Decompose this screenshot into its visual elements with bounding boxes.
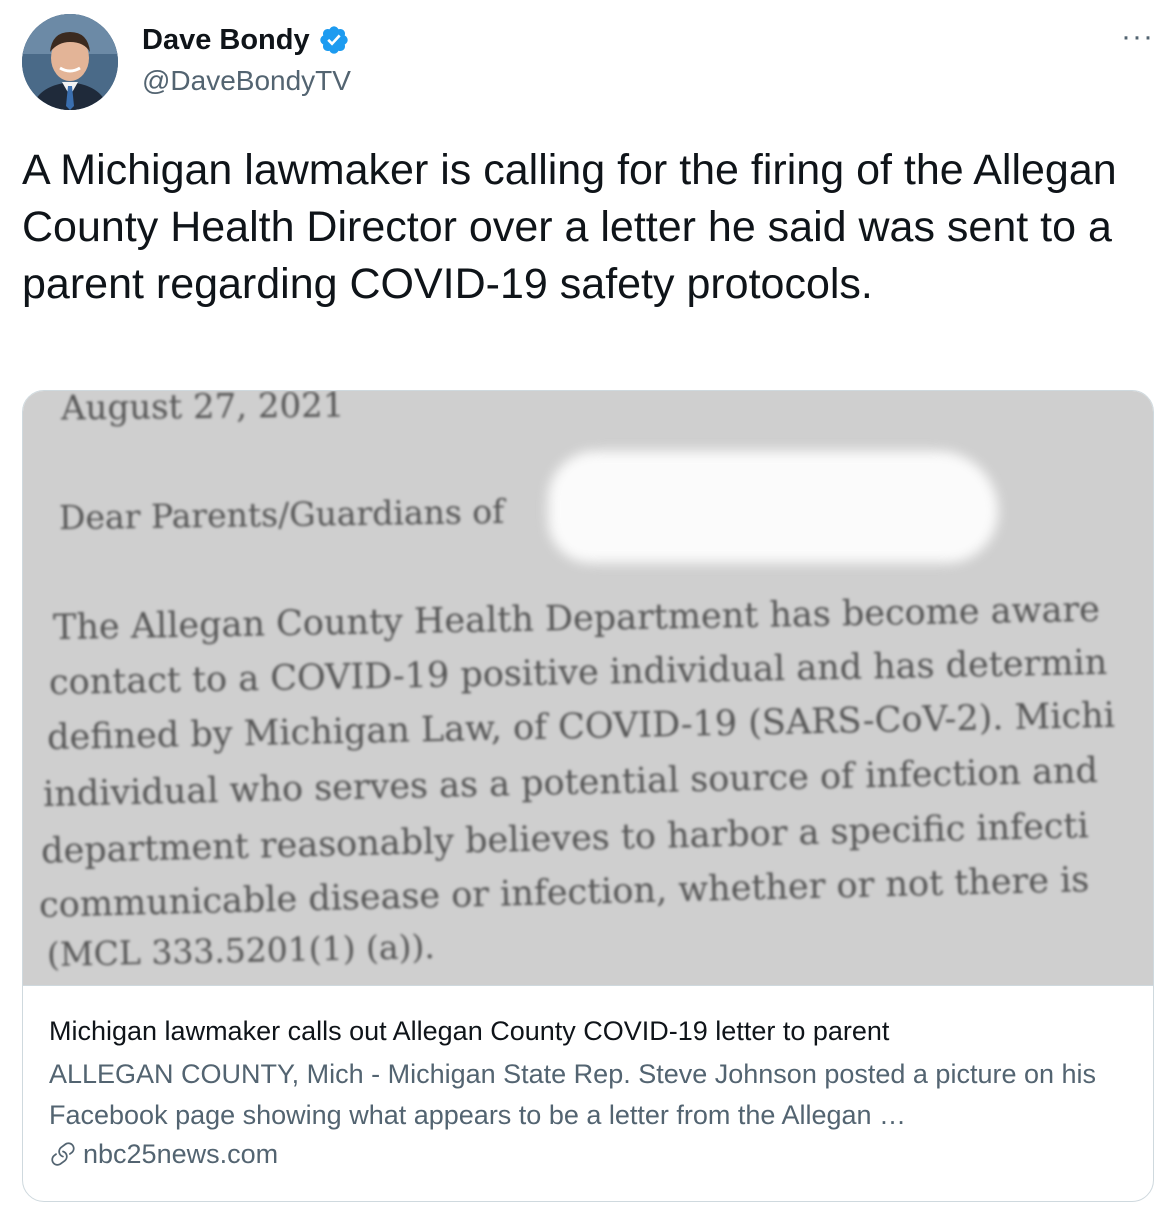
tweet: Dave Bondy @DaveBondyTV ··· A Michigan l… <box>0 0 1176 1224</box>
letter-salutation: Dear Parents/Guardians of <box>58 491 505 538</box>
user-name[interactable]: Dave Bondy <box>142 22 310 58</box>
verified-badge-icon <box>318 24 350 56</box>
letter-line: individual who serves as a potential sou… <box>42 751 1099 815</box>
letter-line: defined by Michigan Law, of COVID-19 (SA… <box>46 695 1116 759</box>
letter-line: (MCL 333.5201(1) (a)). <box>46 926 436 975</box>
letter-line: contact to a COVID-19 positive individua… <box>48 642 1108 704</box>
letter-line: department reasonably believes to harbor… <box>40 806 1090 872</box>
letter-line: The Allegan County Health Department has… <box>52 589 1101 649</box>
card-info[interactable]: Michigan lawmaker calls out Allegan Coun… <box>23 985 1153 1201</box>
avatar-image <box>22 14 118 110</box>
link-icon <box>49 1140 77 1168</box>
user-name-row: Dave Bondy <box>142 22 350 58</box>
card-domain: nbc25news.com <box>83 1139 279 1169</box>
user-handle[interactable]: @DaveBondyTV <box>142 64 351 98</box>
card-image[interactable]: August 27, 2021 Dear Parents/Guardians o… <box>23 391 1153 985</box>
card-description: ALLEGAN COUNTY, Mich - Michigan State Re… <box>49 1059 1097 1130</box>
card-title: Michigan lawmaker calls out Allegan Coun… <box>49 1016 890 1046</box>
redaction-blur <box>548 451 998 563</box>
avatar[interactable] <box>22 14 118 110</box>
tweet-text: A Michigan lawmaker is calling for the f… <box>22 146 1117 308</box>
link-card[interactable]: August 27, 2021 Dear Parents/Guardians o… <box>22 390 1154 1202</box>
letter-date: August 27, 2021 <box>60 391 345 429</box>
card-domain-row: nbc25news.com <box>49 1136 278 1172</box>
letter-line: communicable disease or infection, wheth… <box>38 860 1090 926</box>
more-icon[interactable]: ··· <box>1121 22 1154 52</box>
